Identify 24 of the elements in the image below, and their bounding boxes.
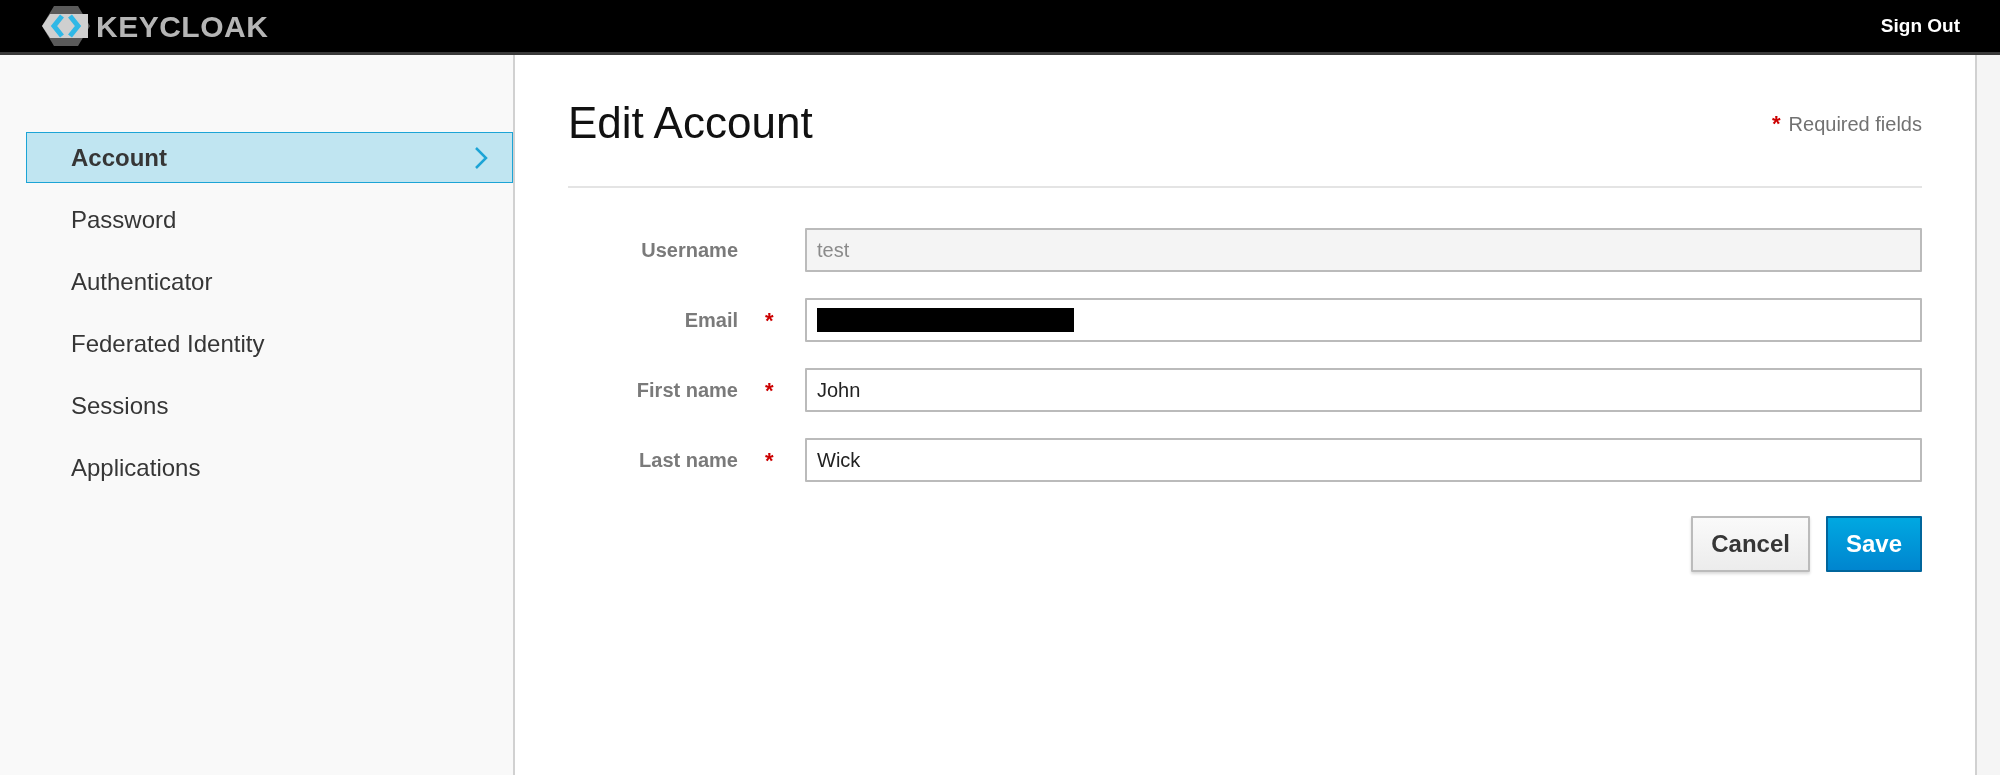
required-asterisk: *	[1772, 110, 1781, 138]
required-fields-note: Required fields	[1788, 111, 1922, 137]
sidebar-item[interactable]: Federated Identity	[26, 318, 513, 369]
text-field[interactable]: John	[805, 368, 1922, 412]
sidebar-item[interactable]: Account	[26, 132, 513, 183]
sidebar-item[interactable]: Sessions	[26, 380, 513, 431]
sign-out-link[interactable]: Sign Out	[1880, 11, 1960, 41]
sidebar-item[interactable]: Applications	[26, 442, 513, 493]
text-field[interactable]	[805, 298, 1922, 342]
field-label: Username	[640, 238, 738, 263]
logo-icon	[40, 6, 92, 46]
brand-name: KEYCLOAK	[96, 8, 269, 45]
sidebar-item[interactable]: Authenticator	[26, 256, 513, 307]
cancel-button[interactable]: Cancel	[1691, 516, 1810, 572]
field-label: First name	[635, 378, 738, 403]
sidebar-item[interactable]: Password	[26, 194, 513, 245]
required-asterisk: *	[765, 307, 774, 333]
required-asterisk: *	[765, 447, 774, 473]
text-field[interactable]: Wick	[805, 438, 1922, 482]
page-title: Edit Account	[568, 97, 813, 149]
field-label: Last name	[638, 448, 738, 473]
required-asterisk: *	[765, 377, 774, 403]
chevron-right-icon	[474, 145, 488, 170]
field-label: Email	[683, 308, 738, 333]
